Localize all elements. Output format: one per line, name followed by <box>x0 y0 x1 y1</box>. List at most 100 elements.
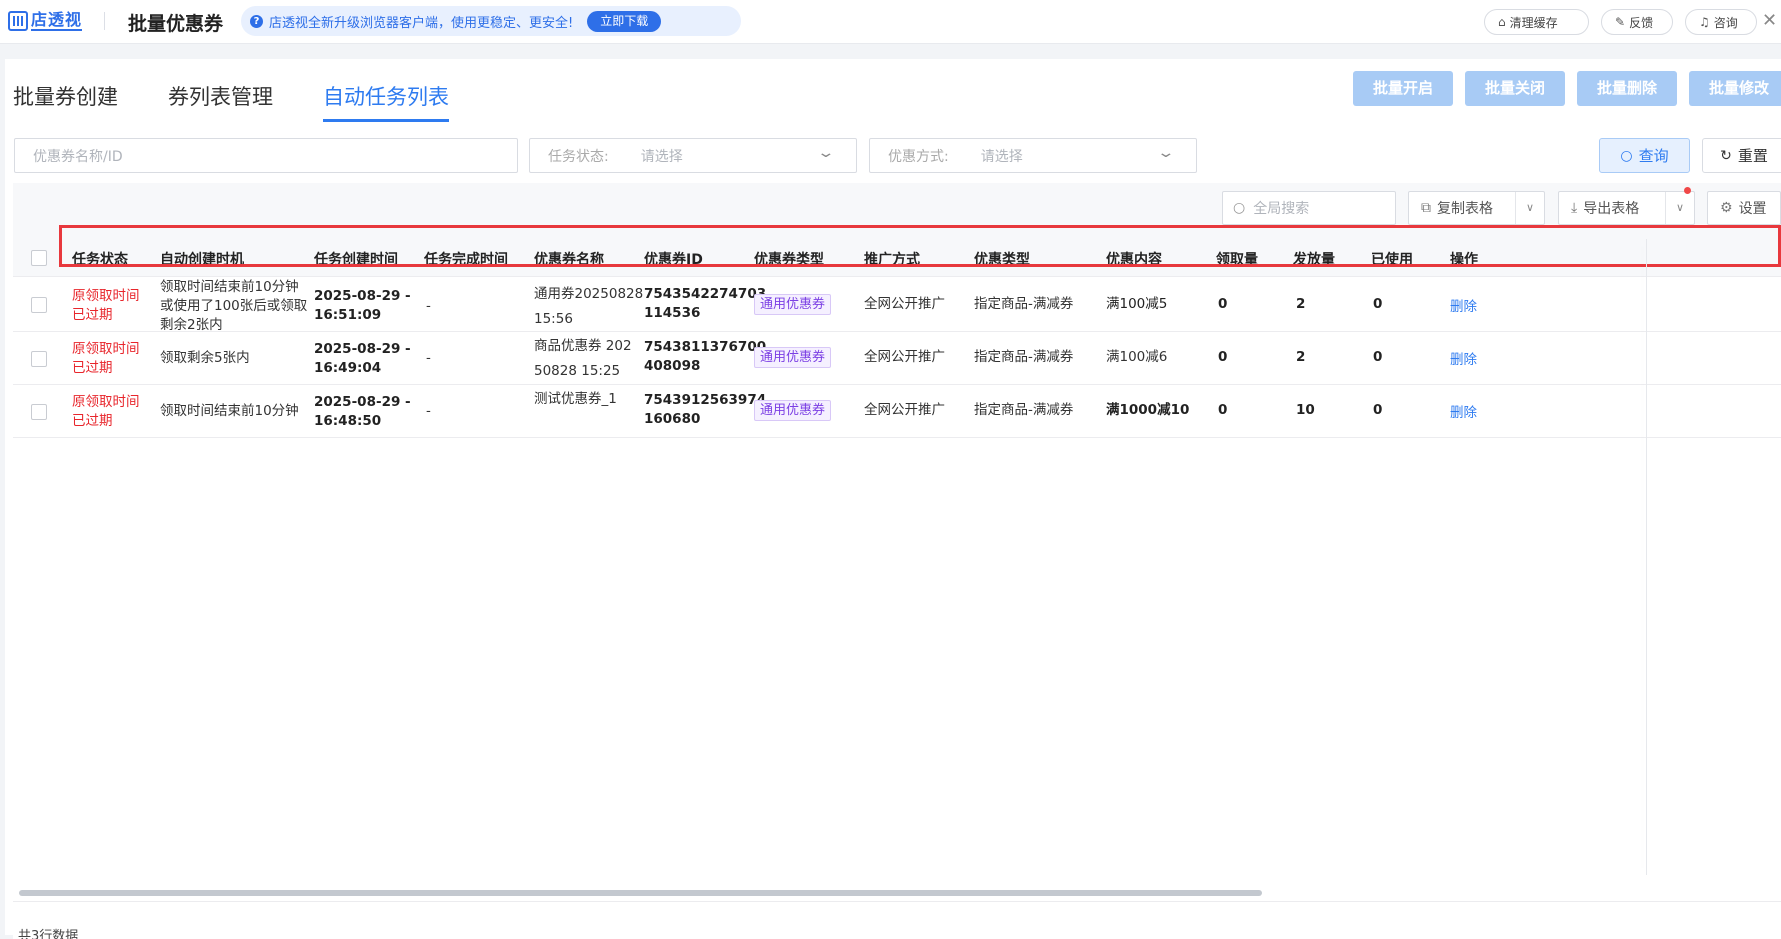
notice-banner: ? 店透视全新升级浏览器客户端，使用更稳定、更安全! 立即下载 <box>241 6 741 36</box>
created-time: 2025-08-29 - 16:51:09 <box>314 287 411 325</box>
delete-link[interactable]: 删除 <box>1450 295 1477 315</box>
logo-text: 店透视 <box>31 10 83 31</box>
download-button[interactable]: 立即下载 <box>587 10 662 32</box>
issued-count: 2 <box>1296 349 1306 365</box>
batch-enable-button[interactable]: 批量开启 <box>1353 71 1453 106</box>
chevron-down-icon[interactable]: ∨ <box>1515 192 1544 224</box>
close-icon[interactable]: ✕ <box>1762 10 1777 31</box>
task-status-label: 任务状态: <box>548 148 609 165</box>
delete-link[interactable]: 删除 <box>1450 401 1477 421</box>
completed-time: - <box>426 350 431 366</box>
row-checkbox[interactable] <box>31 297 47 313</box>
id-line: 7543542274703 <box>644 286 767 302</box>
clear-cache-button[interactable]: ⌂ 清理缓存 <box>1484 9 1589 35</box>
claimed-count: 0 <box>1218 402 1228 418</box>
batch-delete-button[interactable]: 批量删除 <box>1577 71 1677 106</box>
select-all-checkbox[interactable] <box>31 250 47 266</box>
copy-table-label: 复制表格 <box>1437 201 1493 217</box>
scroll-track <box>13 901 1781 902</box>
task-table: ○ 全局搜索 ⧉ 复制表格 ∨ ⤓ 导出表格 ∨ ⚙ 设置 任务状态 自动创建时… <box>13 183 1781 939</box>
id-line: 114536 <box>644 305 701 321</box>
coupon-search-placeholder: 优惠券名称/ID <box>33 148 123 165</box>
coupon-id: 7543912563974 160680 <box>644 391 766 429</box>
notification-dot <box>1684 187 1691 194</box>
batch-actions: 批量开启 批量关闭 批量删除 批量修改 <box>1353 71 1781 106</box>
created-line: 16:51:09 <box>314 307 382 323</box>
coupon-name: 商品优惠券 202 50828 15:25 <box>534 334 632 384</box>
tab-bar: 批量券创建 券列表管理 自动任务列表 <box>13 81 499 122</box>
created-line: 16:48:50 <box>314 413 382 429</box>
consult-button[interactable]: ♫ 咨询 <box>1685 9 1757 35</box>
coupon-id: 7543542274703 114536 <box>644 285 766 323</box>
row-checkbox[interactable] <box>31 351 47 367</box>
discount-method-select[interactable]: 优惠方式: 请选择 ⌄ <box>869 138 1197 173</box>
created-line: 2025-08-29 - <box>314 394 411 410</box>
headset-icon: ♫ <box>1699 15 1710 29</box>
discount-content: 满100减5 <box>1106 296 1168 312</box>
id-line: 408098 <box>644 358 701 374</box>
feedback-button[interactable]: ✎ 反馈 <box>1601 9 1673 35</box>
task-status: 原领取时间 已过期 <box>72 340 140 378</box>
global-search-placeholder: 全局搜索 <box>1253 201 1310 217</box>
used-count: 0 <box>1373 296 1383 312</box>
claimed-count: 0 <box>1218 349 1228 365</box>
horizontal-scrollbar[interactable] <box>19 890 1262 896</box>
tab-auto-tasks[interactable]: 自动任务列表 <box>323 81 449 122</box>
settings-label: 设置 <box>1738 201 1767 217</box>
settings-button[interactable]: ⚙ 设置 <box>1707 191 1781 225</box>
reset-label: 重置 <box>1737 147 1768 165</box>
name-line: 测试优惠券_1 <box>534 391 617 407</box>
used-count: 0 <box>1373 349 1383 365</box>
consult-label: 咨询 <box>1713 15 1738 30</box>
info-icon: ? <box>250 14 263 28</box>
created-line: 2025-08-29 - <box>314 288 411 304</box>
batch-close-button[interactable]: 批量关闭 <box>1465 71 1565 106</box>
completed-time: - <box>426 298 431 314</box>
broom-icon: ⌂ <box>1498 15 1506 29</box>
app-logo: 店透视 <box>8 10 83 31</box>
task-status-select[interactable]: 任务状态: 请选择 ⌄ <box>529 138 857 173</box>
discount-method-placeholder: 请选择 <box>980 148 1023 165</box>
trigger: 领取时间结束前10分钟 或使用了100张后或领取 剩余2张内 <box>160 278 307 335</box>
tab-batch-create[interactable]: 批量券创建 <box>13 81 118 122</box>
status-line: 原领取时间 <box>72 341 140 357</box>
promotion: 全网公开推广 <box>864 296 945 312</box>
promotion: 全网公开推广 <box>864 402 945 418</box>
coupon-name: 通用券20250828 15:56 <box>534 282 643 332</box>
batch-modify-button[interactable]: 批量修改 <box>1689 71 1781 106</box>
discount-content: 满1000减10 <box>1106 402 1190 418</box>
chevron-down-icon[interactable]: ∨ <box>1665 192 1694 224</box>
search-icon: ○ <box>1233 200 1246 216</box>
delete-link[interactable]: 删除 <box>1450 348 1477 368</box>
task-status: 原领取时间 已过期 <box>72 393 140 431</box>
tab-coupon-list[interactable]: 券列表管理 <box>168 81 273 122</box>
table-row: 原领取时间 已过期 领取剩余5张内 2025-08-29 - 16:49:04 … <box>13 333 1781 385</box>
coupon-type-tag: 通用优惠券 <box>754 347 832 368</box>
status-line: 已过期 <box>72 413 113 429</box>
top-bar: 店透视 批量优惠券 ? 店透视全新升级浏览器客户端，使用更稳定、更安全! 立即下… <box>0 0 1781 44</box>
discount-method-label: 优惠方式: <box>888 148 949 165</box>
gear-icon: ⚙ <box>1720 200 1733 216</box>
used-count: 0 <box>1373 402 1383 418</box>
trigger-line: 或使用了100张后或领取 <box>160 298 308 314</box>
global-search-input[interactable]: ○ 全局搜索 <box>1222 191 1396 225</box>
trigger-line: 领取时间结束前10分钟 <box>160 279 299 295</box>
created-time: 2025-08-29 - 16:49:04 <box>314 340 411 378</box>
query-button[interactable]: ○ 查询 <box>1599 138 1690 173</box>
header-highlight-frame <box>59 225 1781 267</box>
coupon-type-tag: 通用优惠券 <box>754 294 832 315</box>
created-line: 2025-08-29 - <box>314 341 411 357</box>
coupon-name: 测试优惠券_1 <box>534 387 617 412</box>
export-table-label: 导出表格 <box>1583 201 1640 217</box>
coupon-search-input[interactable]: 优惠券名称/ID <box>14 138 518 173</box>
table-row: 原领取时间 已过期 领取时间结束前10分钟 或使用了100张后或领取 剩余2张内… <box>13 278 1781 335</box>
reset-button[interactable]: ↻ 重置 <box>1702 138 1781 173</box>
trigger: 领取剩余5张内 <box>160 349 250 368</box>
export-table-button[interactable]: ⤓ 导出表格 ∨ <box>1558 191 1695 225</box>
row-checkbox[interactable] <box>31 404 47 420</box>
coupon-type-tag: 通用优惠券 <box>754 400 832 421</box>
created-time: 2025-08-29 - 16:48:50 <box>314 393 411 431</box>
logo-icon <box>8 11 28 31</box>
download-icon: ⤓ <box>1571 200 1578 216</box>
copy-table-button[interactable]: ⧉ 复制表格 ∨ <box>1408 191 1545 225</box>
